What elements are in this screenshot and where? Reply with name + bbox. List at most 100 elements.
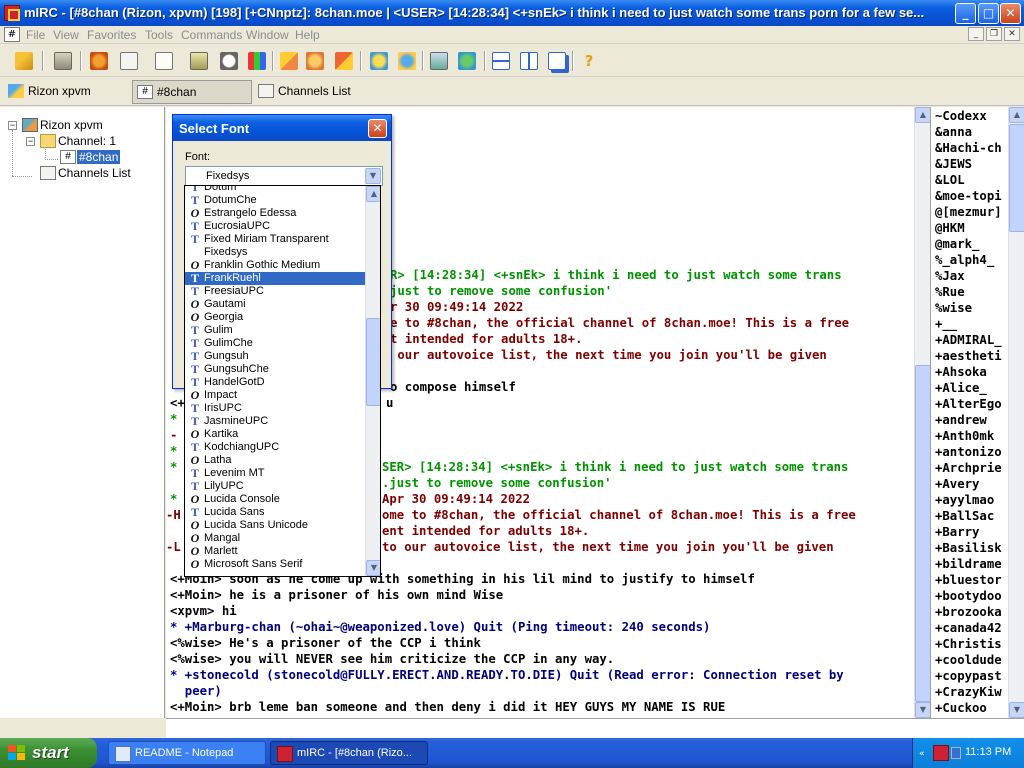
mdi-restore-button[interactable]: ❐ (986, 27, 1002, 41)
nick-item[interactable]: +bildrame (935, 556, 1011, 572)
scroll-thumb[interactable] (366, 318, 380, 406)
font-option[interactable]: O Mangal (185, 532, 365, 545)
font-option[interactable]: T LilyUPC (185, 480, 365, 493)
nick-item[interactable]: %_alph4_ (935, 252, 1011, 268)
cascade-icon[interactable] (548, 52, 566, 70)
font-option[interactable]: T Gulim (185, 324, 365, 337)
nick-item[interactable]: +Avery (935, 476, 1011, 492)
tile-vertical-icon[interactable] (520, 52, 538, 70)
mdi-minimize-button[interactable]: _ (968, 27, 984, 41)
scroll-up-arrow[interactable]: ▲ (366, 186, 380, 202)
nick-item[interactable]: +Ahsoka (935, 364, 1011, 380)
font-option[interactable]: O Georgia (185, 311, 365, 324)
nick-item[interactable]: +andrew (935, 412, 1011, 428)
dcc-icon[interactable] (220, 52, 238, 70)
nick-item[interactable]: +ayylmao (935, 492, 1011, 508)
dialog-title[interactable]: Select Font (173, 115, 391, 141)
nick-item[interactable]: +Anth0mk (935, 428, 1011, 444)
nick-item[interactable]: +antonizo (935, 444, 1011, 460)
font-option[interactable]: T JasmineUPC (185, 415, 365, 428)
chat-icon[interactable] (430, 52, 448, 70)
scroll-down-arrow[interactable]: ▼ (915, 702, 931, 718)
colors-icon[interactable] (280, 52, 298, 70)
dialog-close-button[interactable]: ✕ (368, 119, 387, 138)
font-option[interactable]: T GungsuhChe (185, 363, 365, 376)
nick-item[interactable]: @[mezmur] (935, 204, 1011, 220)
nick-item[interactable]: ~Codexx (935, 108, 1011, 124)
received-icon[interactable] (458, 52, 476, 70)
menu-tools[interactable]: Tools (145, 28, 173, 42)
font-dropdown-list[interactable]: T Dotum T DotumChe O Estrangelo Edessa T Euc… (184, 185, 381, 577)
urls-icon[interactable] (335, 52, 353, 70)
nick-item[interactable]: +Alice_ (935, 380, 1011, 396)
scroll-down-arrow[interactable]: ▼ (366, 560, 380, 576)
nick-item[interactable]: +Christis (935, 636, 1011, 652)
switchbar-tab-channels-list[interactable]: Channels List (254, 80, 374, 104)
nick-item[interactable]: +bootydoo (935, 588, 1011, 604)
tile-horizontal-icon[interactable] (492, 52, 510, 70)
font-option[interactable]: O Kartika (185, 428, 365, 441)
collapse-channel-folder-toggle[interactable]: − (26, 137, 35, 146)
nick-item[interactable]: +cooldude (935, 652, 1011, 668)
channel-list-icon[interactable] (120, 52, 138, 70)
font-option[interactable]: O Marlett (185, 545, 365, 558)
tree-server[interactable]: Rizon xpvm (40, 118, 103, 132)
switchbar-tab-server[interactable]: Rizon xpvm (4, 80, 130, 104)
start-button[interactable]: start (0, 738, 97, 768)
collapse-server-toggle[interactable]: − (8, 121, 17, 130)
nick-item[interactable]: %Rue (935, 284, 1011, 300)
scroll-thumb[interactable] (915, 365, 931, 702)
help-icon[interactable]: ? (580, 52, 598, 70)
font-option[interactable]: T FreesiaUPC (185, 285, 365, 298)
nick-item[interactable]: &Hachi-ch (935, 140, 1011, 156)
font-list-scrollbar[interactable]: ▲ ▼ (365, 186, 380, 576)
font-option[interactable]: T EucrosiaUPC (185, 220, 365, 233)
tray-expand-icon[interactable]: « (919, 749, 925, 759)
nick-item[interactable]: &LOL (935, 172, 1011, 188)
nick-item[interactable]: +AlterEgo (935, 396, 1011, 412)
font-option[interactable]: T GulimChe (185, 337, 365, 350)
font-option[interactable]: O Gautami (185, 298, 365, 311)
nick-item[interactable]: +aestheti (935, 348, 1011, 364)
nick-item[interactable]: +canada42 (935, 620, 1011, 636)
nick-item[interactable]: +copypast (935, 668, 1011, 684)
scroll-down-arrow[interactable]: ▼ (1009, 702, 1024, 718)
nick-item[interactable]: +bluestor (935, 572, 1011, 588)
nick-item[interactable]: +brozooka (935, 604, 1011, 620)
nick-item[interactable]: +Basilisk (935, 540, 1011, 556)
taskbar-task-mirc[interactable]: mIRC - [#8chan (Rizo... (270, 741, 428, 765)
font-option-selected[interactable]: T FrankRuehl (185, 272, 365, 285)
log-icon[interactable] (370, 52, 388, 70)
network-tray-icon[interactable] (951, 747, 961, 759)
clock[interactable]: 11:13 PM (965, 746, 1011, 758)
scroll-thumb[interactable] (1009, 124, 1024, 232)
scroll-up-arrow[interactable]: ▲ (915, 107, 931, 123)
font-option[interactable]: T KodchiangUPC (185, 441, 365, 454)
nick-item[interactable]: +Archprie (935, 460, 1011, 476)
switchbar-tab-channel[interactable]: # #8chan (132, 80, 252, 104)
nick-item[interactable]: &JEWS (935, 156, 1011, 172)
mirc-tray-icon[interactable] (933, 745, 949, 761)
nick-item[interactable]: +Cuckoo (935, 700, 1011, 716)
nick-item[interactable]: +ADMIRAL_ (935, 332, 1011, 348)
mdi-close-button[interactable]: ✕ (1004, 27, 1020, 41)
menu-window[interactable]: Window (246, 28, 289, 42)
nick-item[interactable]: +CrazyKiw (935, 684, 1011, 700)
scroll-up-arrow[interactable]: ▲ (1009, 107, 1024, 123)
nick-item[interactable]: +BallSac (935, 508, 1011, 524)
menu-favorites[interactable]: Favorites (87, 28, 136, 42)
font-option[interactable]: O Lucida Sans Unicode (185, 519, 365, 532)
font-option[interactable]: T DotumChe (185, 194, 365, 207)
font-option[interactable]: O Latha (185, 454, 365, 467)
tree-channel-8chan[interactable]: #8chan (77, 150, 121, 164)
font-option[interactable]: O Microsoft Sans Serif (185, 558, 365, 571)
script-editor-icon[interactable] (190, 52, 208, 70)
favorites-icon[interactable] (90, 52, 108, 70)
font-option[interactable]: O Impact (185, 389, 365, 402)
nicklist-scrollbar[interactable]: ▲ ▼ (1008, 107, 1024, 718)
message-input[interactable] (166, 718, 1024, 738)
minimize-button[interactable]: _ (955, 3, 976, 24)
notify-icon[interactable] (306, 52, 324, 70)
font-option[interactable]: T HandelGotD (185, 376, 365, 389)
font-option[interactable]: T Levenim MT (185, 467, 365, 480)
